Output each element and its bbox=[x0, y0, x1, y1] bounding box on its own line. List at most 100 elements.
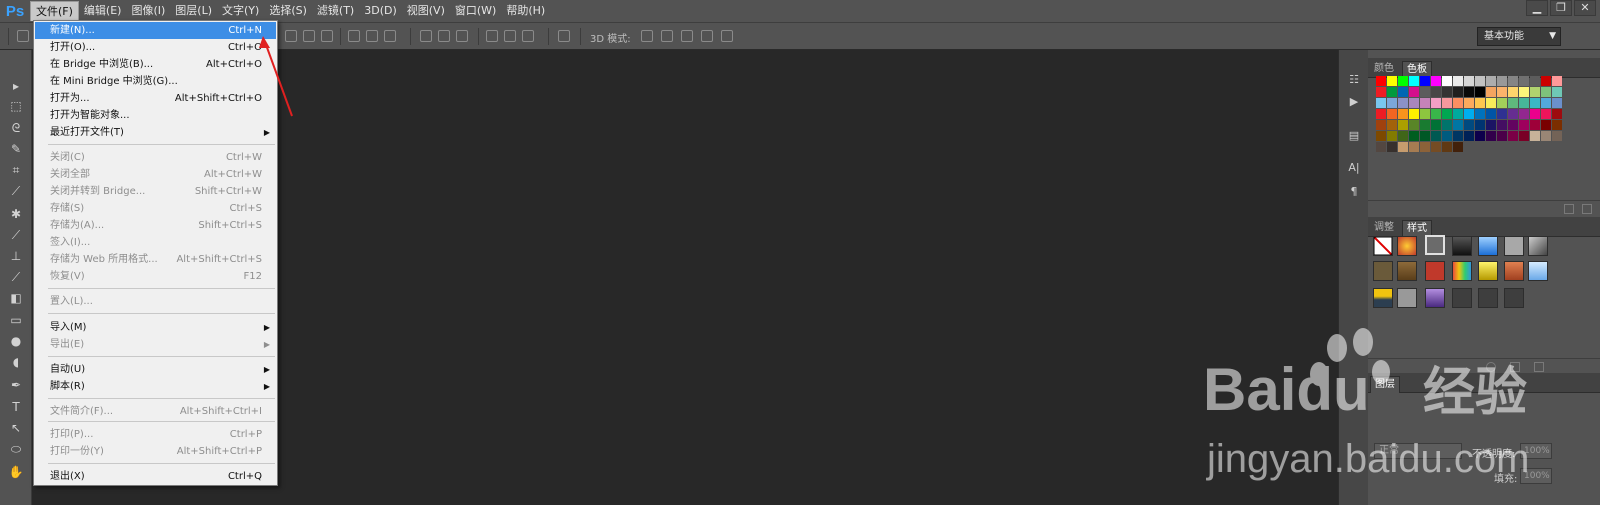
close-button[interactable]: ✕ bbox=[1574, 0, 1596, 16]
minimize-button[interactable]: ▁ bbox=[1526, 0, 1548, 16]
color-swatch[interactable] bbox=[1486, 109, 1496, 119]
color-swatch[interactable] bbox=[1409, 120, 1419, 130]
align-hcenter-icon[interactable] bbox=[366, 30, 378, 42]
3d-rotate-icon[interactable] bbox=[641, 30, 653, 42]
file-menu-item-16[interactable]: 导入(M) ▶ bbox=[35, 319, 276, 336]
color-swatch[interactable] bbox=[1552, 98, 1562, 108]
color-swatch[interactable] bbox=[1497, 76, 1507, 86]
style-wood[interactable] bbox=[1373, 261, 1393, 281]
color-swatch[interactable] bbox=[1420, 109, 1430, 119]
style-copper[interactable] bbox=[1504, 261, 1524, 281]
color-swatch[interactable] bbox=[1475, 98, 1485, 108]
healing-tool-icon[interactable]: ✱ bbox=[8, 206, 24, 222]
color-swatch[interactable] bbox=[1387, 76, 1397, 86]
color-swatch[interactable] bbox=[1420, 76, 1430, 86]
pen-tool-icon[interactable]: ✒ bbox=[8, 377, 24, 393]
color-swatch[interactable] bbox=[1464, 98, 1474, 108]
color-swatch[interactable] bbox=[1475, 76, 1485, 86]
color-swatch[interactable] bbox=[1376, 131, 1386, 141]
style-none[interactable] bbox=[1373, 236, 1393, 256]
move-tool-preset-icon[interactable] bbox=[17, 30, 29, 42]
color-swatch[interactable] bbox=[1508, 120, 1518, 130]
color-swatch[interactable] bbox=[1398, 98, 1408, 108]
style-empty-2[interactable] bbox=[1478, 288, 1498, 308]
new-swatch-icon[interactable] bbox=[1564, 204, 1574, 214]
color-swatch[interactable] bbox=[1376, 142, 1386, 152]
color-swatch[interactable] bbox=[1442, 131, 1452, 141]
style-empty-3[interactable] bbox=[1504, 288, 1524, 308]
3d-roll-icon[interactable] bbox=[661, 30, 673, 42]
color-swatch[interactable] bbox=[1530, 109, 1540, 119]
color-swatch[interactable] bbox=[1387, 109, 1397, 119]
style-frame[interactable] bbox=[1425, 235, 1445, 255]
lasso-tool-icon[interactable]: ᘓ bbox=[8, 120, 24, 136]
menu-edit[interactable]: 编辑(E) bbox=[79, 1, 127, 21]
color-swatch[interactable] bbox=[1541, 109, 1551, 119]
path-select-tool-icon[interactable]: ↖ bbox=[8, 420, 24, 436]
color-swatch[interactable] bbox=[1519, 87, 1529, 97]
color-swatch[interactable] bbox=[1420, 98, 1430, 108]
color-swatch[interactable] bbox=[1442, 76, 1452, 86]
color-swatch[interactable] bbox=[1409, 76, 1419, 86]
color-swatch[interactable] bbox=[1497, 98, 1507, 108]
color-swatch[interactable] bbox=[1552, 131, 1562, 141]
menu-window[interactable]: 窗口(W) bbox=[450, 1, 501, 21]
color-swatch[interactable] bbox=[1453, 76, 1463, 86]
style-fire[interactable] bbox=[1397, 236, 1417, 256]
hand-tool-icon[interactable]: ✋ bbox=[8, 464, 24, 480]
3d-drag-icon[interactable] bbox=[681, 30, 693, 42]
menu-filter[interactable]: 滤镜(T) bbox=[312, 1, 359, 21]
marquee-tool-icon[interactable]: ⬚ bbox=[8, 98, 24, 114]
color-swatch[interactable] bbox=[1398, 76, 1408, 86]
color-swatch[interactable] bbox=[1387, 87, 1397, 97]
color-swatch[interactable] bbox=[1420, 87, 1430, 97]
file-menu-item-1[interactable]: 打开(O)... Ctrl+O bbox=[35, 39, 276, 56]
move-tool-icon[interactable]: ▸ bbox=[8, 78, 24, 94]
color-swatch[interactable] bbox=[1464, 76, 1474, 86]
color-swatch[interactable] bbox=[1508, 109, 1518, 119]
color-swatch[interactable] bbox=[1453, 109, 1463, 119]
file-menu-item-19[interactable]: 脚本(R) ▶ bbox=[35, 378, 276, 395]
stamp-tool-icon[interactable]: ⊥ bbox=[8, 248, 24, 264]
color-swatch[interactable] bbox=[1420, 131, 1430, 141]
color-swatch[interactable] bbox=[1376, 109, 1386, 119]
restore-button[interactable]: ❐ bbox=[1550, 0, 1572, 16]
color-swatch[interactable] bbox=[1519, 98, 1529, 108]
paragraph-panel-icon[interactable]: ¶ bbox=[1346, 184, 1362, 200]
color-swatch[interactable] bbox=[1431, 120, 1441, 130]
shape-tool-icon[interactable]: ⬭ bbox=[8, 441, 24, 457]
properties-panel-icon[interactable]: ▤ bbox=[1346, 128, 1362, 144]
file-menu-item-0[interactable]: 新建(N)... Ctrl+N bbox=[35, 22, 276, 39]
color-swatch[interactable] bbox=[1486, 131, 1496, 141]
style-chrome[interactable] bbox=[1528, 236, 1548, 256]
color-swatch[interactable] bbox=[1541, 76, 1551, 86]
color-swatch[interactable] bbox=[1409, 98, 1419, 108]
color-swatch[interactable] bbox=[1541, 120, 1551, 130]
color-swatch[interactable] bbox=[1530, 131, 1540, 141]
menu-3d[interactable]: 3D(D) bbox=[359, 1, 402, 21]
workspace-select[interactable]: 基本功能 ▼ bbox=[1477, 27, 1561, 46]
color-swatch[interactable] bbox=[1486, 76, 1496, 86]
style-empty-1[interactable] bbox=[1452, 288, 1472, 308]
brush-tool-icon[interactable]: ⟋ bbox=[8, 227, 24, 243]
color-swatch[interactable] bbox=[1486, 120, 1496, 130]
color-swatch[interactable] bbox=[1497, 87, 1507, 97]
color-swatch[interactable] bbox=[1497, 131, 1507, 141]
color-swatch[interactable] bbox=[1519, 109, 1529, 119]
color-swatch[interactable] bbox=[1442, 87, 1452, 97]
color-swatch[interactable] bbox=[1475, 109, 1485, 119]
history-panel-icon[interactable]: ☷ bbox=[1346, 72, 1362, 88]
color-swatch[interactable] bbox=[1519, 131, 1529, 141]
color-swatch[interactable] bbox=[1519, 76, 1529, 86]
gradient-tool-icon[interactable]: ▭ bbox=[8, 312, 24, 328]
color-swatch[interactable] bbox=[1519, 120, 1529, 130]
color-swatch[interactable] bbox=[1387, 98, 1397, 108]
type-tool-icon[interactable]: T bbox=[8, 399, 24, 415]
color-swatch[interactable] bbox=[1387, 120, 1397, 130]
color-swatch[interactable] bbox=[1497, 120, 1507, 130]
3d-scale-icon[interactable] bbox=[721, 30, 733, 42]
color-swatch[interactable] bbox=[1541, 98, 1551, 108]
menu-file[interactable]: 文件(F) bbox=[30, 1, 79, 21]
color-swatch[interactable] bbox=[1431, 76, 1441, 86]
color-swatch[interactable] bbox=[1409, 131, 1419, 141]
